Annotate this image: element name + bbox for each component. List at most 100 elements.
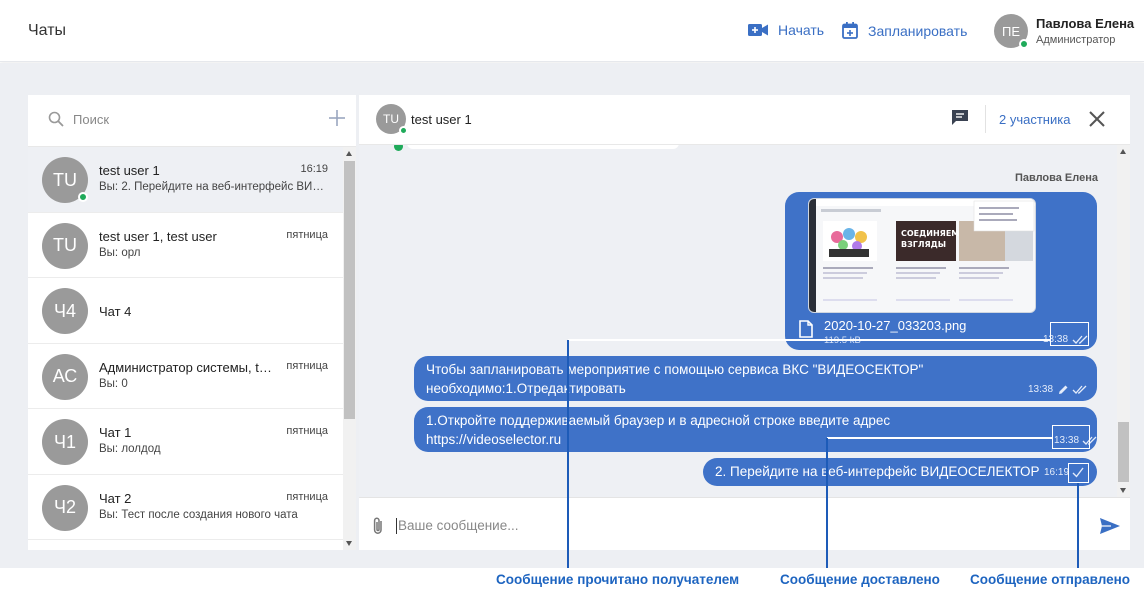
- schedule-button[interactable]: Запланировать: [842, 22, 967, 39]
- avatar: Ч1: [42, 419, 88, 465]
- avatar: TU: [376, 104, 408, 135]
- double-check-icon: [1072, 385, 1087, 394]
- annotation-read: Сообщение прочитано получателем: [496, 572, 740, 587]
- chat-list: TU test user 1 16:19 Вы: 2. Перейдите на…: [28, 147, 343, 550]
- scroll-down-icon[interactable]: [346, 541, 352, 546]
- single-check-icon: [1072, 467, 1084, 478]
- chat-name: test user 1, test user: [99, 228, 217, 244]
- user-menu[interactable]: ПЕ Павлова Елена Администратор: [994, 14, 1134, 49]
- message-composer: Ваше сообщение...: [359, 497, 1130, 550]
- message-text-line: Чтобы запланировать мероприятие с помощь…: [426, 362, 924, 377]
- video-camera-icon: [748, 24, 768, 36]
- sent-status-connector: [1077, 483, 1079, 568]
- message-meta: 13:38: [1028, 384, 1088, 395]
- message-input[interactable]: Ваше сообщение...: [398, 518, 518, 533]
- message-text-line: необходимо:1.Отредактировать: [426, 381, 626, 396]
- edit-pencil-icon[interactable]: [1058, 384, 1069, 395]
- user-role: Администратор: [1036, 34, 1116, 46]
- avatar-initials: TU: [53, 169, 77, 190]
- file-name[interactable]: 2020-10-27_033203.png: [824, 318, 966, 333]
- avatar-initials: TU: [383, 112, 399, 126]
- chat-name: Чат 2: [99, 490, 132, 506]
- message-time: 13:38: [1028, 384, 1054, 395]
- chat-name: test user 1: [99, 163, 160, 178]
- scroll-up-icon[interactable]: [346, 151, 352, 156]
- paperclip-icon[interactable]: [371, 516, 385, 536]
- preview-banner-text-2: ВЗГЛЯДЫ: [901, 240, 946, 249]
- online-indicator: [1019, 39, 1029, 49]
- page-title: Чаты: [28, 22, 67, 39]
- start-call-label: Начать: [778, 22, 825, 38]
- avatar-initials: АС: [52, 366, 78, 386]
- chat-list-scrollbar[interactable]: [343, 147, 356, 550]
- avatar: Ч4: [42, 288, 88, 334]
- message-text-line: https://videoselector.ru: [426, 432, 562, 447]
- online-indicator: [394, 145, 403, 151]
- chat-preview: Вы: 2. Перейдите на веб-интерфейс ВИДЕОС…: [99, 181, 331, 193]
- image-preview[interactable]: СОЕДИНЯЕМ ВЗГЛЯДЫ: [808, 198, 1036, 313]
- send-icon[interactable]: [1099, 517, 1121, 535]
- read-status-connector: [567, 340, 569, 568]
- chat-list-item-partial[interactable]: [28, 540, 343, 550]
- message-text: 1.Откройте поддерживаемый браузер и в ад…: [426, 411, 890, 449]
- avatar: ПЕ: [994, 14, 1029, 49]
- chat-name: Чат 1: [99, 425, 132, 440]
- avatar: АС: [42, 353, 88, 400]
- chat-preview: Вы: орл: [99, 246, 141, 259]
- close-icon[interactable]: [1089, 111, 1105, 127]
- screenshot-thumbnail: СОЕДИНЯЕМ ВЗГЛЯДЫ: [809, 199, 1035, 312]
- add-chat-icon[interactable]: [328, 109, 346, 127]
- avatar-initials: Ч2: [53, 497, 76, 517]
- scrollbar-thumb[interactable]: [1118, 422, 1129, 482]
- start-call-button[interactable]: Начать: [748, 22, 824, 38]
- search-row: Поиск: [28, 95, 356, 147]
- chat-list-item[interactable]: Ч4 Чат 4: [28, 278, 343, 344]
- chat-list-item[interactable]: Ч1 Чат 1 пятница Вы: лолдод: [28, 409, 343, 475]
- header-divider: [985, 105, 986, 133]
- annotation-delivered: Сообщение доставлено: [780, 572, 940, 587]
- message-bubble-partial: [407, 145, 679, 149]
- chat-list-item[interactable]: TU test user 1 16:19 Вы: 2. Перейдите на…: [28, 147, 343, 213]
- avatar: Ч2: [42, 484, 88, 531]
- file-size: 119.5 kB: [824, 335, 861, 346]
- schedule-label: Запланировать: [868, 22, 968, 39]
- search-icon: [48, 111, 64, 127]
- message-time: 16:19: [1044, 467, 1070, 478]
- chat-list-item[interactable]: TU test user 1, test user пятница Вы: ор…: [28, 213, 343, 278]
- message-bubble[interactable]: 1.Откройте поддерживаемый браузер и в ад…: [414, 407, 1097, 452]
- message-area: Павлова Елена СОЕДИНЯЕМ ВЗГЛЯДЫ 2020-10-…: [359, 145, 1130, 497]
- avatar-initials: ПЕ: [1001, 23, 1020, 39]
- chat-name: Чат 4: [99, 304, 132, 319]
- text-cursor: [396, 518, 397, 534]
- avatar: TU: [42, 157, 88, 203]
- conversation-header: TU test user 1 2 участника: [359, 95, 1130, 145]
- read-status-connector-horizontal: [568, 339, 1050, 341]
- message-text-line: 1.Откройте поддерживаемый браузер и в ад…: [426, 413, 891, 428]
- chat-time: пятница: [286, 228, 328, 241]
- chat-bubble-icon[interactable]: [951, 109, 969, 126]
- avatar-initials: Ч4: [53, 300, 76, 321]
- conversation-panel: TU test user 1 2 участника Павлова Елена: [359, 95, 1130, 550]
- message-bubble[interactable]: Чтобы запланировать мероприятие с помощь…: [414, 356, 1097, 401]
- chat-list-item[interactable]: АС Администратор системы, test user 1 пя…: [28, 344, 343, 409]
- participants-button[interactable]: 2 участника: [999, 112, 1070, 127]
- chat-preview: Вы: Тест после создания нового чата: [99, 508, 298, 521]
- message-text: 2. Перейдите на веб-интерфейс ВИДЕОСЕЛЕК…: [715, 464, 1040, 479]
- message-bubble[interactable]: 2. Перейдите на веб-интерфейс ВИДЕОСЕЛЕК…: [703, 458, 1097, 486]
- sender-name: Павлова Елена: [1014, 172, 1098, 184]
- chat-time: пятница: [286, 490, 328, 503]
- messages-scrollbar[interactable]: [1117, 145, 1130, 497]
- delivered-status-connector: [826, 438, 828, 568]
- scroll-down-icon[interactable]: [1120, 488, 1126, 493]
- chat-preview: Вы: 0: [99, 377, 128, 390]
- annotation-sent: Сообщение отправлено: [970, 572, 1131, 587]
- search-input[interactable]: Поиск: [73, 112, 109, 127]
- scrollbar-thumb[interactable]: [344, 161, 355, 419]
- chat-list-item[interactable]: Ч2 Чат 2 пятница Вы: Тест после создания…: [28, 475, 343, 540]
- chat-time: пятница: [286, 425, 328, 437]
- chat-time: 16:19: [300, 163, 328, 175]
- scroll-up-icon[interactable]: [1120, 149, 1126, 154]
- avatar-initials: Ч1: [53, 431, 76, 452]
- read-status-highlight: [1050, 322, 1089, 346]
- sent-status-highlight: [1068, 463, 1089, 483]
